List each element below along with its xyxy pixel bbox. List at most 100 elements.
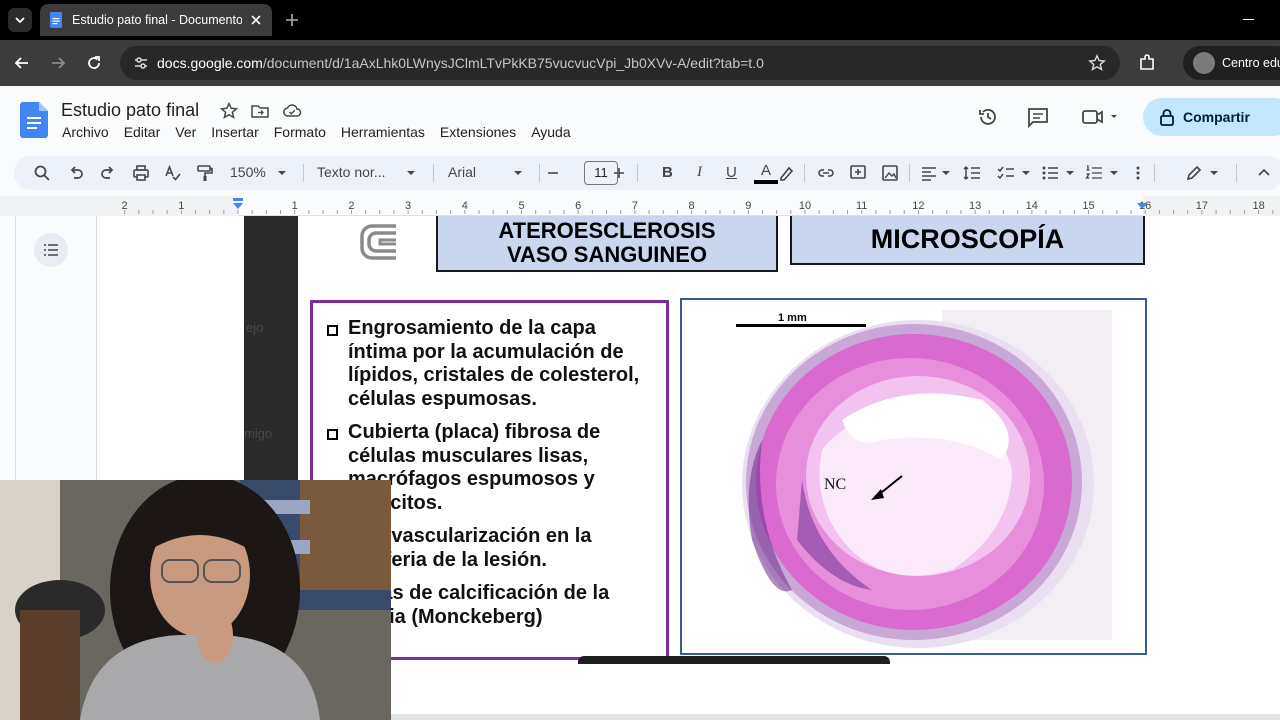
redo-icon[interactable] — [98, 163, 118, 183]
plus-icon[interactable] — [611, 163, 627, 183]
new-tab-plus-icon[interactable] — [283, 11, 301, 29]
checklist-icon[interactable] — [996, 163, 1016, 183]
line-spacing-icon[interactable] — [962, 163, 982, 183]
menu-ver[interactable]: Ver — [175, 124, 196, 140]
font-family[interactable]: Arial — [448, 164, 476, 180]
share-label: Compartir — [1183, 109, 1250, 125]
caret-down-icon[interactable] — [1108, 163, 1120, 183]
browser-tab-active[interactable]: Estudio pato final - Documento — [40, 4, 272, 36]
paint-format-icon[interactable] — [195, 163, 215, 183]
meet-video-icon[interactable] — [1080, 105, 1120, 129]
menu-insertar[interactable]: Insertar — [211, 124, 258, 140]
caret-down-icon[interactable] — [940, 163, 952, 183]
close-icon[interactable] — [248, 12, 264, 28]
version-history-icon[interactable] — [976, 105, 1000, 129]
move-folder-icon[interactable] — [250, 101, 270, 121]
toolbar-divider — [804, 164, 805, 182]
show-outline-button[interactable] — [34, 233, 68, 267]
profile-label: Centro educ — [1222, 56, 1280, 70]
menu-formato[interactable]: Formato — [274, 124, 326, 140]
menu-herramientas[interactable]: Herramientas — [341, 124, 425, 140]
page-margin — [97, 216, 244, 480]
horizontal-ruler[interactable]: 2 1 1 2 3 4 5 6 7 8 9 10 11 12 13 14 15 16 17 18 — [0, 196, 1280, 216]
caret-down-icon[interactable] — [1064, 163, 1076, 183]
toolbar-divider — [539, 164, 540, 182]
first-line-indent-marker[interactable] — [233, 198, 243, 201]
url-host: docs.google.com — [157, 55, 263, 71]
insert-image-icon[interactable] — [880, 163, 900, 183]
menu-editar[interactable]: Editar — [124, 124, 161, 140]
menu-archivo[interactable]: Archivo — [62, 124, 109, 140]
slide-title-left-line2: VASO SANGUINEO — [506, 242, 708, 267]
url-text: docs.google.com/document/d/1aAxLhk0LWnys… — [157, 55, 764, 71]
caret-down-icon[interactable] — [1208, 163, 1220, 183]
hidden-text-fragment: migo — [244, 426, 273, 441]
docs-logo-icon[interactable] — [20, 102, 48, 138]
slide-bottom-edge — [578, 656, 890, 664]
list-item: Engrosamiento de la capa íntima por la a… — [327, 317, 666, 411]
bulleted-list-icon[interactable] — [1040, 163, 1060, 183]
document-title[interactable]: Estudio pato final — [61, 100, 199, 121]
text-color-button[interactable]: A — [759, 162, 773, 179]
align-left-icon[interactable] — [919, 163, 939, 183]
paragraph-style[interactable]: Texto nor... — [317, 164, 385, 180]
caret-down-icon[interactable] — [405, 163, 417, 183]
toolbar-divider — [909, 164, 910, 182]
minimize-button[interactable] — [1243, 19, 1254, 20]
star-icon[interactable] — [219, 101, 239, 121]
horizontal-scrollbar[interactable] — [391, 714, 1280, 720]
bullet-text: Cubierta (placa) fibrosa de células musc… — [348, 421, 601, 514]
link-icon[interactable] — [816, 163, 836, 183]
docs-header: Estudio pato final Archivo Editar Ver In… — [0, 86, 1280, 156]
zoom-value[interactable]: 150% — [230, 164, 266, 180]
slide-title-left-line1: ATEROESCLEROSIS — [498, 218, 716, 243]
browser-toolbar: docs.google.com/document/d/1aAxLhk0LWnys… — [0, 40, 1280, 86]
spellcheck-icon[interactable] — [163, 163, 183, 183]
menu-ayuda[interactable]: Ayuda — [531, 124, 570, 140]
embedded-slide-image[interactable]: ejo migo ATEROESCLEROSIS VASO SANGUINEO … — [244, 216, 1280, 716]
more-options-icon[interactable] — [1130, 163, 1146, 183]
profile-button[interactable]: Centro educ — [1183, 46, 1280, 80]
italic-button[interactable]: I — [697, 164, 702, 181]
print-icon[interactable] — [131, 163, 151, 183]
address-bar[interactable]: docs.google.com/document/d/1aAxLhk0LWnys… — [120, 46, 1120, 80]
comment-icon[interactable] — [1026, 105, 1050, 129]
university-logo — [360, 224, 396, 260]
underline-button[interactable]: U — [726, 164, 737, 181]
add-comment-icon[interactable] — [848, 163, 868, 183]
ruler-scale: 2 1 1 2 3 4 5 6 7 8 9 10 11 12 13 14 15 16 17 18 — [0, 196, 1280, 216]
hidden-text-fragment: ejo — [246, 320, 264, 335]
search-icon[interactable] — [32, 163, 52, 183]
minus-icon[interactable] — [545, 163, 561, 183]
forward-arrow-icon[interactable] — [48, 53, 68, 73]
back-arrow-icon[interactable] — [12, 53, 32, 73]
site-info-icon[interactable] — [132, 54, 150, 72]
toolbar-divider — [1154, 164, 1155, 182]
webcam-overlay — [0, 480, 391, 720]
cloud-saved-icon[interactable] — [282, 101, 302, 121]
collapse-chevron-up-icon[interactable] — [1256, 163, 1272, 183]
reload-icon[interactable] — [84, 53, 104, 73]
share-button[interactable]: Compartir — [1143, 98, 1280, 136]
bullet-text: Engrosamiento de la capa íntima por la a… — [348, 317, 640, 410]
numbered-list-icon[interactable] — [1084, 163, 1104, 183]
tab-search-button[interactable] — [8, 8, 32, 32]
micrograph-panel: 1 mm NC — [680, 298, 1147, 655]
webcam-person-image — [0, 480, 391, 720]
bookmark-star-icon[interactable] — [1088, 54, 1106, 72]
menu-extensiones[interactable]: Extensiones — [440, 124, 516, 140]
caret-down-icon[interactable] — [1020, 163, 1032, 183]
toolbar-divider — [433, 164, 434, 182]
menu-bar: Archivo Editar Ver Insertar Formato Herr… — [62, 124, 586, 140]
outline-list-icon — [44, 244, 58, 256]
highlight-pen-icon[interactable] — [776, 163, 796, 183]
caret-down-icon[interactable] — [512, 163, 524, 183]
extensions-puzzle-icon[interactable] — [1137, 53, 1157, 73]
undo-icon[interactable] — [66, 163, 86, 183]
bullet-square-icon — [327, 325, 338, 336]
caret-down-icon[interactable] — [276, 163, 288, 183]
bullet-square-icon — [327, 429, 338, 440]
editing-mode-pencil-icon[interactable] — [1184, 163, 1204, 183]
bold-button[interactable]: B — [662, 164, 673, 181]
browser-tab-strip: Estudio pato final - Documento — [0, 0, 1280, 40]
